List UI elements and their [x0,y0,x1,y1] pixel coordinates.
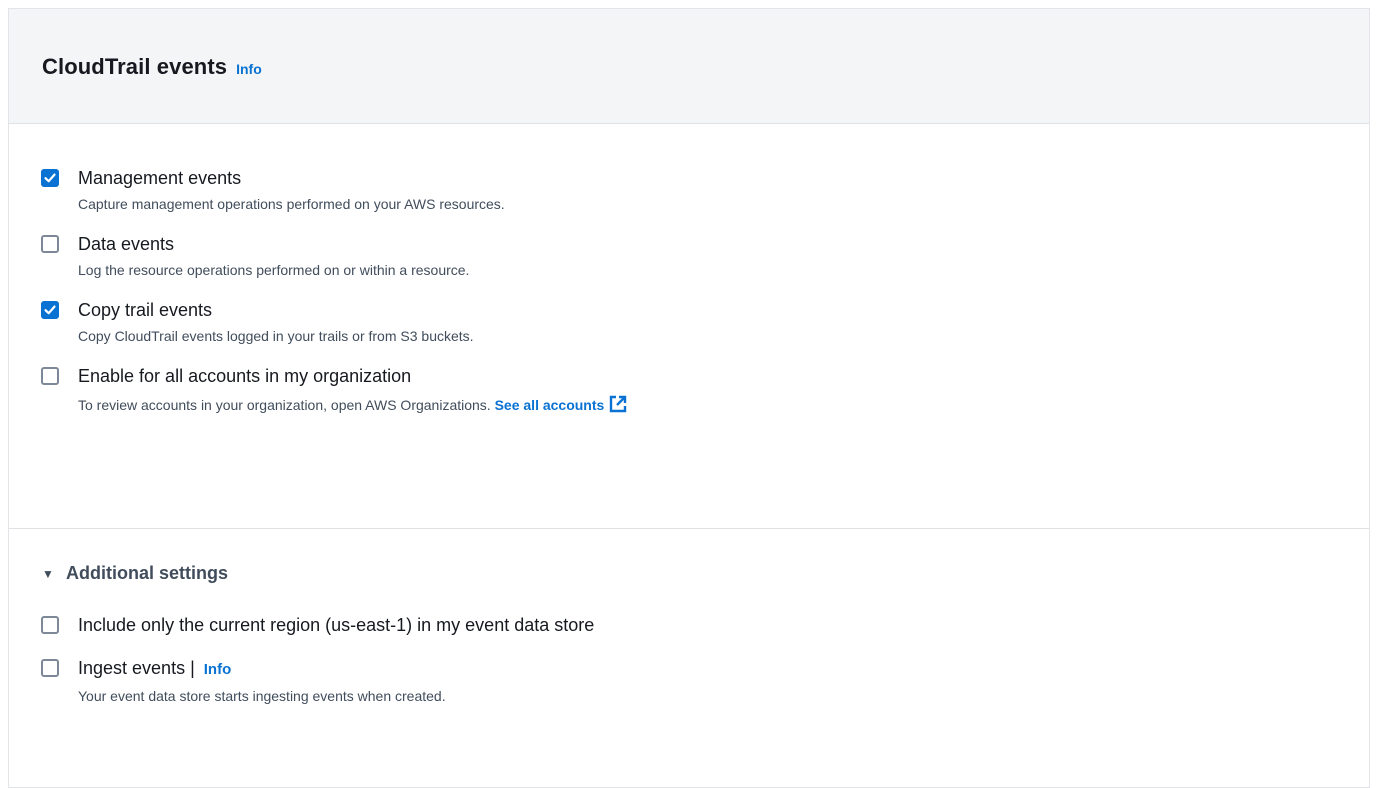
enable-all-accounts-description-text: To review accounts in your organization,… [78,397,491,413]
ingest-events-checkbox[interactable] [41,659,59,677]
copy-trail-events-label: Copy trail events [78,300,213,320]
option-enable-all-accounts: Enable for all accounts in my organizati… [41,365,1369,414]
checkmark-icon [44,305,56,315]
checkmark-icon [44,173,56,183]
current-region-label: Include only the current region (us-east… [78,615,595,635]
ingest-events-label-row: Ingest events | Info [78,657,446,681]
ingest-events-label: Ingest events | [78,658,195,678]
management-events-checkbox[interactable] [41,169,59,187]
copy-trail-events-description: Copy CloudTrail events logged in your tr… [78,328,474,344]
additional-settings-section: ▼ Additional settings Include only the c… [9,529,1369,705]
events-section: Management events Capture management ope… [9,124,1369,529]
panel-title: CloudTrail events [42,54,228,79]
data-events-checkbox[interactable] [41,235,59,253]
management-events-description: Capture management operations performed … [78,196,505,212]
data-events-description: Log the resource operations performed on… [78,262,470,278]
enable-all-accounts-checkbox[interactable] [41,367,59,385]
option-data-events: Data events Log the resource operations … [41,233,1369,279]
enable-all-accounts-description: To review accounts in your organization,… [78,394,628,414]
external-link-icon[interactable] [608,394,628,414]
cloudtrail-events-panel: CloudTrail events Info Management events… [8,8,1370,788]
option-management-events: Management events Capture management ope… [41,167,1369,213]
data-events-label: Data events [78,234,175,254]
additional-settings-label: Additional settings [66,563,228,583]
option-current-region: Include only the current region (us-east… [41,614,1369,636]
see-all-accounts-link[interactable]: See all accounts [495,397,605,413]
caret-down-icon: ▼ [42,566,54,581]
enable-all-accounts-label: Enable for all accounts in my organizati… [78,366,412,386]
option-ingest-events: Ingest events | Info Your event data sto… [41,657,1369,705]
copy-trail-events-checkbox[interactable] [41,301,59,319]
ingest-info-link[interactable]: Info [204,661,232,678]
option-copy-trail-events: Copy trail events Copy CloudTrail events… [41,299,1369,345]
current-region-checkbox[interactable] [41,616,59,634]
additional-settings-expander[interactable]: ▼ Additional settings [41,563,1369,584]
ingest-events-description: Your event data store starts ingesting e… [78,688,446,704]
panel-header: CloudTrail events Info [9,9,1369,124]
info-link[interactable]: Info [236,61,262,77]
management-events-label: Management events [78,168,242,188]
